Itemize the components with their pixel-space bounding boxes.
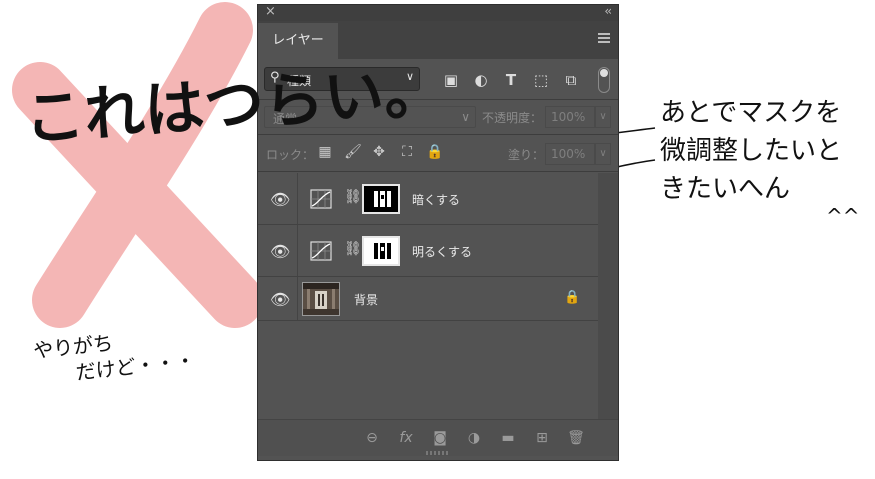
shape-icon[interactable]: ⬚ xyxy=(530,69,552,91)
layer-mask-thumbnail[interactable] xyxy=(362,236,400,266)
layers-empty-area xyxy=(258,321,598,419)
new-adjustment-icon[interactable]: ◑ xyxy=(464,429,484,447)
panel-menu-icon[interactable] xyxy=(598,33,610,43)
smart-object-icon[interactable]: ⧉ xyxy=(560,69,582,91)
chevron-down-icon: ∨ xyxy=(461,110,470,124)
eye-icon: 👁 xyxy=(270,289,291,309)
lock-label: ロック： xyxy=(266,148,315,162)
filter-toggle[interactable] xyxy=(598,67,610,93)
layer-thumbnail[interactable] xyxy=(302,282,340,316)
eye-icon: 👁 xyxy=(270,189,291,209)
lock-icon[interactable]: 🔒 xyxy=(564,290,580,305)
lock-artboard-icon[interactable]: ⛶ xyxy=(398,143,416,161)
mask-shape xyxy=(374,243,391,259)
annotation-right-body: あとでマスクを微調整したいときたいへん xyxy=(660,98,843,204)
opacity-label: 不透明度： xyxy=(482,111,543,125)
resize-grip[interactable] xyxy=(426,451,450,455)
trash-icon[interactable]: 🗑 xyxy=(566,429,586,447)
eye-icon: 👁 xyxy=(270,241,291,261)
layer-mask-thumbnail[interactable] xyxy=(362,184,400,214)
lock-transparent-icon[interactable]: ▦ xyxy=(316,143,334,161)
annotation-right-text: あとでマスクを微調整したいときたいへん xyxy=(660,94,860,208)
curves-icon xyxy=(310,189,332,209)
add-mask-icon[interactable]: ◙ xyxy=(430,429,450,447)
layer-name[interactable]: 明るくする xyxy=(412,243,472,260)
tab-layers[interactable]: レイヤー xyxy=(258,23,338,59)
close-icon[interactable]: × xyxy=(265,4,276,19)
photo-thumbnail xyxy=(303,283,339,315)
collapse-icon[interactable]: ‹‹ xyxy=(604,4,611,18)
new-layer-icon[interactable]: ⊞ xyxy=(532,429,552,447)
layer-name[interactable]: 背景 xyxy=(354,291,378,308)
panel-titlebar: × ‹‹ xyxy=(258,4,618,21)
fill-input[interactable]: 100% xyxy=(545,143,595,165)
visibility-toggle[interactable]: 👁 xyxy=(258,277,298,320)
curves-icon xyxy=(310,241,332,261)
folder-icon[interactable]: ▬ xyxy=(498,429,518,447)
layer-row[interactable]: 👁 背景 🔒 xyxy=(258,277,598,321)
annotation-face: ^^ xyxy=(826,204,860,228)
mask-shape xyxy=(374,191,391,207)
visibility-toggle[interactable]: 👁 xyxy=(258,173,298,224)
adjustment-icon[interactable]: ◐ xyxy=(470,69,492,91)
opacity-dropdown-icon[interactable]: ∨ xyxy=(595,106,611,128)
annotation-small-text: やりがち だけど・・・ xyxy=(32,321,197,389)
fill-label: 塗り： xyxy=(508,148,545,162)
opacity-input[interactable]: 100% xyxy=(545,106,595,128)
scrollbar[interactable] xyxy=(598,173,618,419)
type-icon[interactable]: T xyxy=(500,69,522,91)
link-icon[interactable]: ⛓ xyxy=(344,189,362,205)
visibility-toggle[interactable]: 👁 xyxy=(258,225,298,276)
divider xyxy=(258,171,618,172)
link-layers-icon[interactable]: ⊖ xyxy=(362,429,382,447)
fill-dropdown-icon[interactable]: ∨ xyxy=(595,143,611,165)
lock-position-icon[interactable]: ✥ xyxy=(370,143,388,161)
layer-row[interactable]: 👁 ⛓ 暗くする xyxy=(258,173,598,225)
layer-row[interactable]: 👁 ⛓ 明るくする xyxy=(258,225,598,277)
lock-all-icon[interactable]: 🔒 xyxy=(426,143,444,161)
link-icon[interactable]: ⛓ xyxy=(344,241,362,257)
layer-name[interactable]: 暗くする xyxy=(412,191,460,208)
lock-image-icon[interactable]: 🖌 xyxy=(344,143,362,161)
fx-icon[interactable]: fx xyxy=(396,429,416,447)
